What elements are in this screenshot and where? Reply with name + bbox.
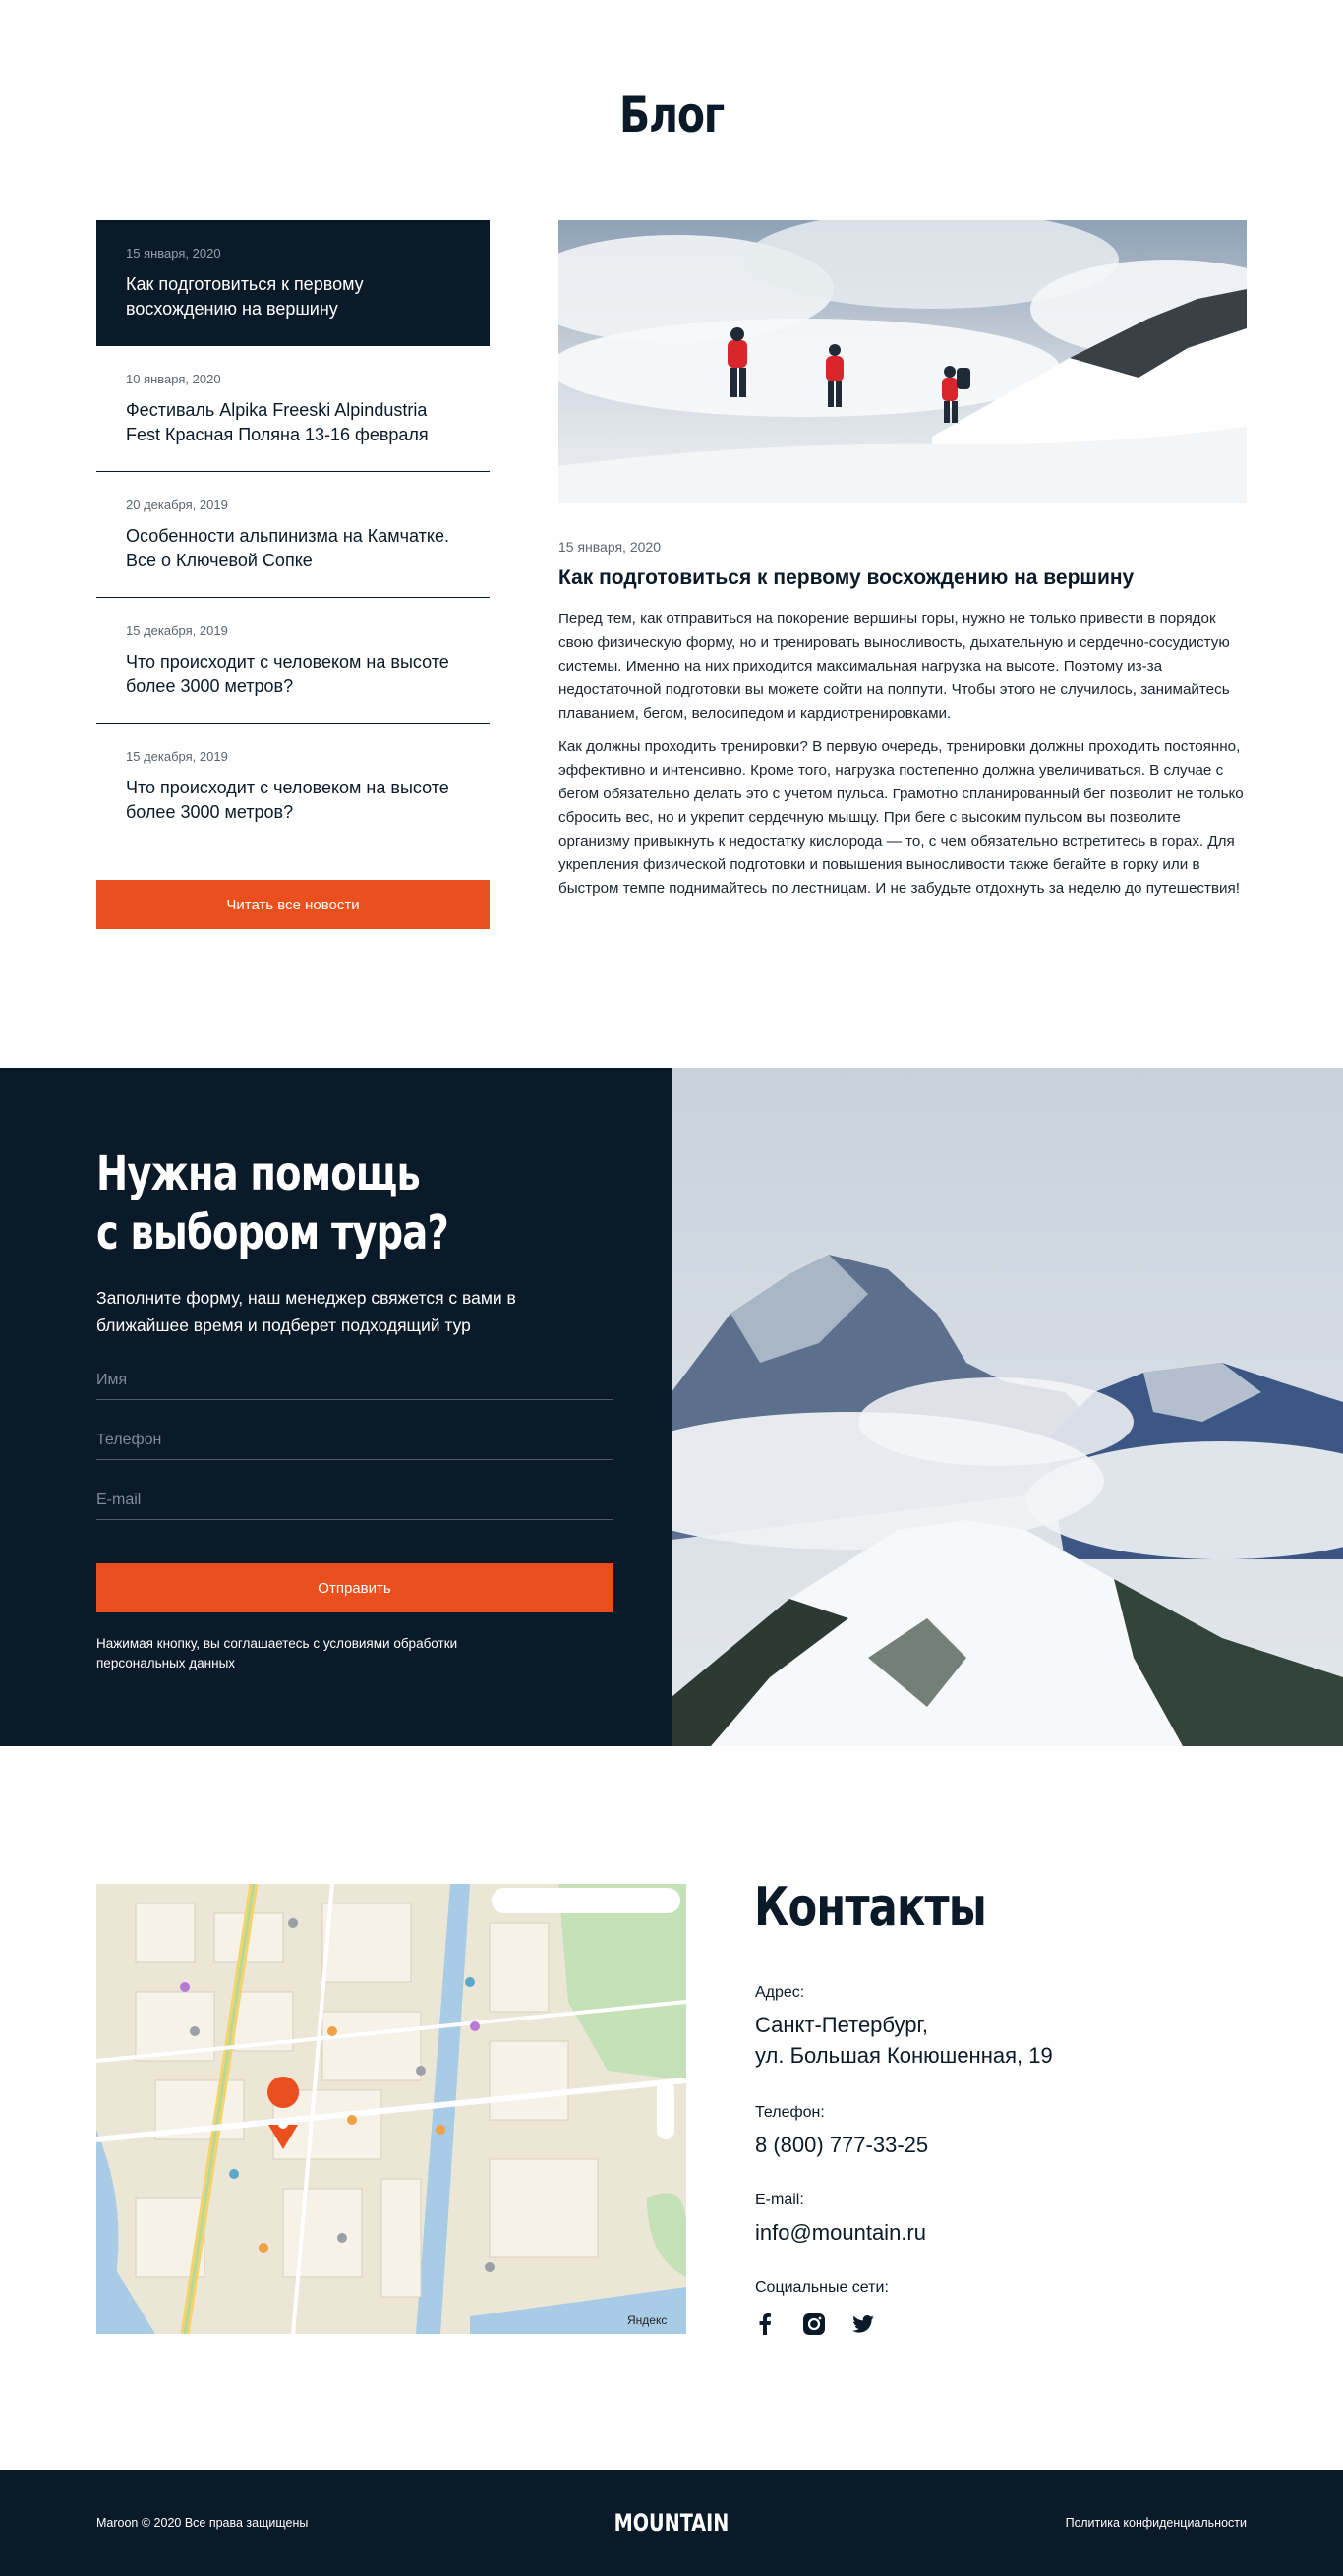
phone-field[interactable] [96, 1421, 613, 1460]
privacy-link[interactable]: Политика конфиденциальности [1066, 2516, 1247, 2530]
mountain-image [672, 1068, 1343, 1746]
instagram-icon[interactable] [802, 2313, 826, 2336]
climbers-photo [558, 220, 1247, 503]
post-item[interactable]: 15 декабря, 2019 Что происходит с челове… [96, 724, 490, 849]
read-all-news-button[interactable]: Читать все новости [96, 880, 490, 929]
twitter-icon[interactable] [851, 2313, 875, 2336]
article-image [558, 220, 1247, 503]
address-line: Санкт-Петербург, [755, 2013, 928, 2037]
post-item[interactable]: 15 января, 2020 Как подготовиться к перв… [96, 220, 490, 346]
post-list: 15 января, 2020 Как подготовиться к перв… [96, 220, 490, 849]
post-item[interactable]: 10 января, 2020 Фестиваль Alpika Freeski… [96, 346, 490, 472]
blog-title: Блог [619, 87, 725, 144]
post-date: 15 декабря, 2019 [126, 623, 228, 638]
email-link[interactable]: info@mountain.ru [755, 2217, 926, 2248]
name-field[interactable] [96, 1361, 613, 1400]
form-title: Нужна помощь с выбором тура? [96, 1144, 537, 1262]
footer-logo[interactable]: MOUNTAIN [135, 2509, 1209, 2537]
post-date: 15 января, 2020 [126, 246, 221, 261]
address-label: Адрес: [755, 1984, 805, 2001]
contacts-section: Яндекс Контакты Адрес: Санкт-Петербург, … [0, 1746, 1343, 2470]
tour-help-section: Нужна помощь с выбором тура? Заполните ф… [0, 1068, 1343, 1746]
post-title: Как подготовиться к первому восхождению … [126, 274, 364, 319]
post-date: 20 декабря, 2019 [126, 498, 228, 512]
form-title-line: Нужна помощь [96, 1146, 421, 1201]
post-title: Что происходит с человеком на высоте бол… [126, 778, 449, 822]
post-date: 10 января, 2020 [126, 372, 221, 386]
social-label: Социальные сети: [755, 2279, 889, 2296]
facebook-icon[interactable] [753, 2313, 777, 2336]
form-subtitle: Заполните форму, наш менеджер свяжется с… [96, 1288, 516, 1335]
form-panel: Нужна помощь с выбором тура? Заполните ф… [0, 1068, 672, 1746]
mountain-photo [672, 1068, 1343, 1746]
contacts-title: Контакты [754, 1876, 987, 1938]
post-item[interactable]: 15 декабря, 2019 Что происходит с челове… [96, 598, 490, 724]
form-title-line: с выбором тура? [96, 1205, 449, 1260]
post-title: Особенности альпинизма на Камчатке. Все … [126, 526, 450, 570]
article-title: Как подготовиться к первому восхождению … [558, 566, 1135, 589]
article-paragraph: Перед тем, как отправиться на покорение … [558, 611, 1230, 722]
blog-section: Блог 15 января, 2020 Как подготовиться к… [0, 0, 1343, 1068]
phone-link[interactable]: 8 (800) 777-33-25 [755, 2130, 928, 2160]
phone-label: Телефон: [755, 2104, 825, 2121]
map-canvas: Яндекс [96, 1884, 686, 2334]
article-date: 15 января, 2020 [558, 539, 661, 555]
map[interactable]: Яндекс [96, 1884, 686, 2334]
consent-text: Нажимая кнопку, вы соглашаетесь с услови… [96, 1636, 458, 1670]
post-item[interactable]: 20 декабря, 2019 Особенности альпинизма … [96, 472, 490, 598]
post-date: 15 декабря, 2019 [126, 749, 228, 764]
email-field[interactable] [96, 1481, 613, 1520]
post-title: Что происходит с человеком на высоте бол… [126, 652, 449, 696]
map-brand: Яндекс [627, 2313, 667, 2327]
post-title: Фестиваль Alpika Freeski Alpindustria Fe… [126, 400, 429, 444]
article-paragraph: Как должны проходить тренировки? В перву… [558, 738, 1244, 897]
footer: Maroon © 2020 Все права защищены MOUNTAI… [0, 2470, 1343, 2576]
article: 15 января, 2020 Как подготовиться к перв… [558, 220, 1247, 901]
social-links [753, 2313, 875, 2336]
email-label: E-mail: [755, 2192, 804, 2208]
submit-button[interactable]: Отправить [96, 1563, 613, 1612]
address-line: ул. Большая Конюшенная, 19 [755, 2043, 1053, 2068]
